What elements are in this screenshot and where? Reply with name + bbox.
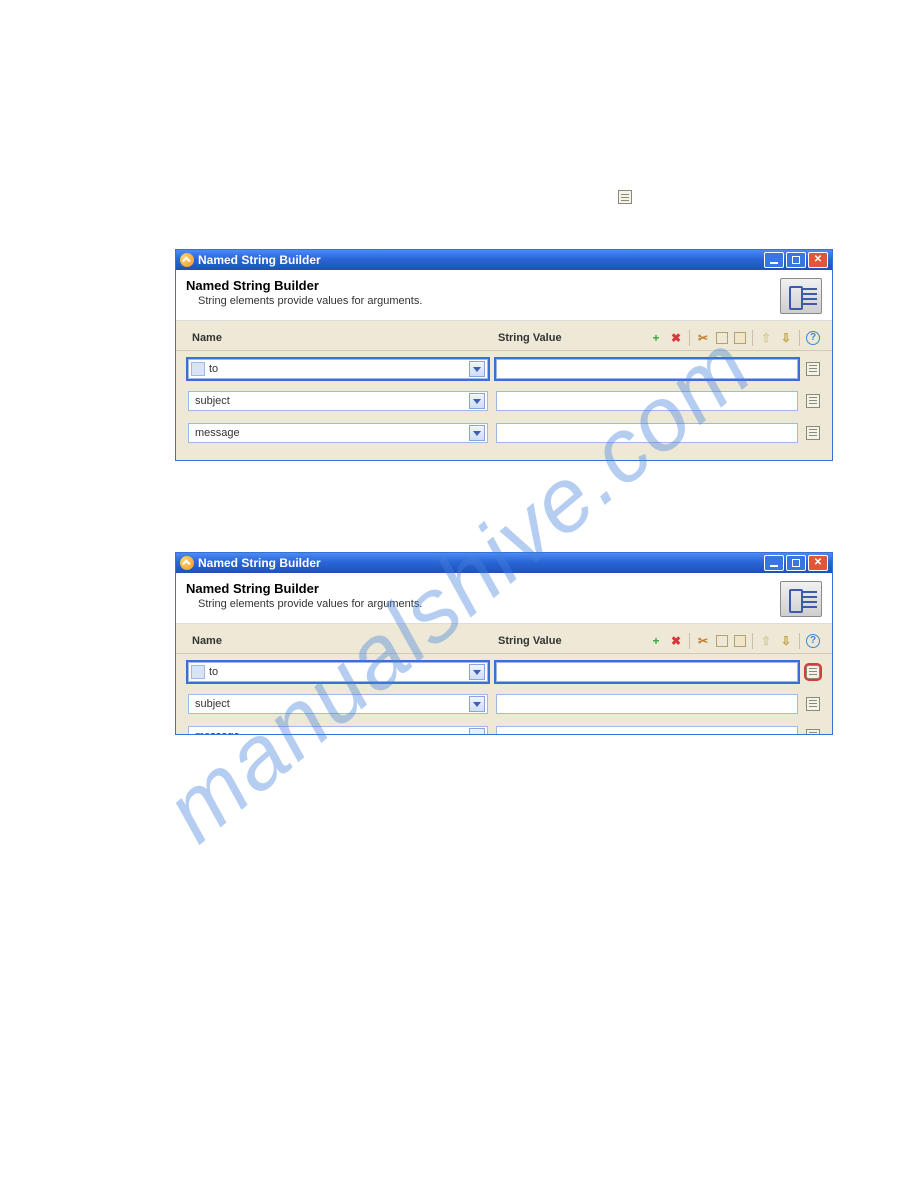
minimize-button[interactable] <box>764 555 784 571</box>
close-button[interactable] <box>808 252 828 268</box>
name-dropdown[interactable]: subject <box>188 391 488 411</box>
move-up-icon[interactable]: ⇧ <box>759 634 773 648</box>
chevron-down-icon[interactable] <box>469 664 485 680</box>
separator <box>799 633 800 649</box>
name-value: subject <box>191 395 230 407</box>
titlebar[interactable]: Named String Builder <box>176 250 832 270</box>
separator <box>799 330 800 346</box>
toolbar: + ✖ ✂ ⇧ ⇩ ? <box>649 633 820 649</box>
value-input[interactable] <box>496 726 798 735</box>
name-value: message <box>191 427 240 439</box>
cut-icon[interactable]: ✂ <box>696 634 710 648</box>
name-value: message <box>191 730 240 735</box>
name-dropdown[interactable]: subject <box>188 694 488 714</box>
column-value: String Value <box>498 635 628 647</box>
value-input[interactable] <box>496 423 798 443</box>
name-value: to <box>209 666 218 678</box>
panel-header: Named String Builder String elements pro… <box>176 270 832 321</box>
separator <box>689 633 690 649</box>
browse-icon[interactable] <box>806 426 820 440</box>
name-dropdown[interactable]: message <box>188 423 488 443</box>
row-icon <box>191 362 205 376</box>
chevron-down-icon[interactable] <box>469 696 485 712</box>
app-icon <box>180 556 194 570</box>
table-row[interactable]: subject <box>188 391 820 411</box>
help-icon[interactable]: ? <box>806 331 820 345</box>
panel-heading: Named String Builder <box>186 581 422 596</box>
browse-icon[interactable] <box>806 665 820 679</box>
browse-icon[interactable] <box>806 394 820 408</box>
copy-icon[interactable] <box>716 332 728 344</box>
table-row[interactable]: to <box>188 662 820 682</box>
column-name: Name <box>188 635 498 647</box>
column-headers: Name String Value + ✖ ✂ ⇧ ⇩ ? <box>176 628 832 654</box>
cut-icon[interactable]: ✂ <box>696 331 710 345</box>
name-value: to <box>209 363 218 375</box>
chevron-down-icon[interactable] <box>469 361 485 377</box>
move-down-icon[interactable]: ⇩ <box>779 331 793 345</box>
value-input[interactable] <box>496 359 798 379</box>
panel-subheading: String elements provide values for argum… <box>186 295 422 307</box>
help-icon[interactable]: ? <box>806 634 820 648</box>
checklist-icon <box>780 278 822 314</box>
separator <box>752 633 753 649</box>
column-name: Name <box>188 332 498 344</box>
column-value: String Value <box>498 332 628 344</box>
window-title: Named String Builder <box>198 556 321 570</box>
panel-header: Named String Builder String elements pro… <box>176 573 832 624</box>
table-row[interactable]: subject <box>188 694 820 714</box>
app-icon <box>180 253 194 267</box>
move-down-icon[interactable]: ⇩ <box>779 634 793 648</box>
table-row[interactable]: to <box>188 359 820 379</box>
value-input[interactable] <box>496 694 798 714</box>
chevron-down-icon[interactable] <box>469 393 485 409</box>
copy-icon[interactable] <box>716 635 728 647</box>
name-dropdown[interactable]: to <box>188 359 488 379</box>
toolbar: + ✖ ✂ ⇧ ⇩ ? <box>649 330 820 346</box>
value-input[interactable] <box>496 391 798 411</box>
separator <box>689 330 690 346</box>
browse-icon[interactable] <box>806 362 820 376</box>
paste-icon[interactable] <box>734 635 746 647</box>
close-button[interactable] <box>808 555 828 571</box>
name-dropdown[interactable]: message <box>188 726 488 735</box>
maximize-button[interactable] <box>786 252 806 268</box>
separator <box>752 330 753 346</box>
maximize-button[interactable] <box>786 555 806 571</box>
minimize-button[interactable] <box>764 252 784 268</box>
dialog-named-string-builder-2: Named String Builder Named String Builde… <box>175 552 833 735</box>
table-row[interactable]: message <box>188 423 820 443</box>
window-title: Named String Builder <box>198 253 321 267</box>
grid-icon-inline <box>618 188 632 206</box>
dialog-named-string-builder-1: Named String Builder Named String Builde… <box>175 249 833 461</box>
delete-icon[interactable]: ✖ <box>669 331 683 345</box>
titlebar[interactable]: Named String Builder <box>176 553 832 573</box>
table-row[interactable]: message <box>188 726 820 735</box>
name-value: subject <box>191 698 230 710</box>
add-icon[interactable]: + <box>649 331 663 345</box>
chevron-down-icon[interactable] <box>469 425 485 441</box>
delete-icon[interactable]: ✖ <box>669 634 683 648</box>
paste-icon[interactable] <box>734 332 746 344</box>
browse-icon[interactable] <box>806 697 820 711</box>
add-icon[interactable]: + <box>649 634 663 648</box>
browse-icon[interactable] <box>806 729 820 735</box>
move-up-icon[interactable]: ⇧ <box>759 331 773 345</box>
panel-heading: Named String Builder <box>186 278 422 293</box>
value-input[interactable] <box>496 662 798 682</box>
row-icon <box>191 665 205 679</box>
checklist-icon <box>780 581 822 617</box>
name-dropdown[interactable]: to <box>188 662 488 682</box>
panel-subheading: String elements provide values for argum… <box>186 598 422 610</box>
chevron-down-icon[interactable] <box>469 728 485 735</box>
column-headers: Name String Value + ✖ ✂ ⇧ ⇩ ? <box>176 325 832 351</box>
